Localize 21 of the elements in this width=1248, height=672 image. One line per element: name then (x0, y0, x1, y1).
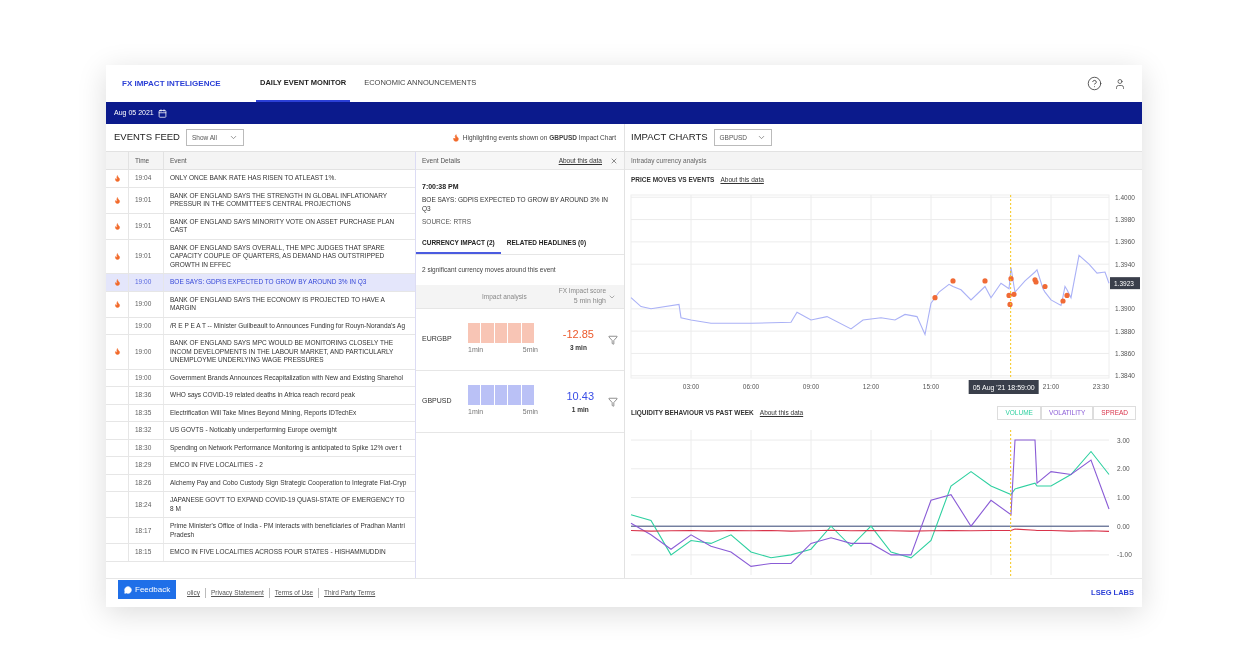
app-logo: FX IMPACT INTELIGENCE (122, 77, 222, 90)
close-icon[interactable] (610, 156, 618, 165)
feedback-button[interactable]: Feedback (118, 580, 177, 599)
filter-icon[interactable] (608, 396, 618, 407)
impact-score: -12.85 (562, 327, 594, 343)
chevron-icon (756, 133, 766, 142)
flame-icon (451, 133, 460, 142)
calendar-icon[interactable] (157, 108, 167, 118)
user-icon[interactable] (1114, 77, 1126, 90)
heat-bar (468, 323, 534, 344)
filter-icon[interactable] (608, 334, 618, 345)
chevron-icon (229, 133, 238, 142)
section-title: EVENTS FEED (114, 130, 180, 145)
event-markers[interactable] (932, 276, 1070, 307)
price-tag (1110, 277, 1140, 290)
time-tooltip (968, 380, 1039, 394)
heat-bar (468, 385, 534, 406)
chat-icon (124, 585, 132, 594)
section-title: IMPACT CHARTS (631, 130, 708, 145)
help-icon[interactable] (1087, 76, 1102, 91)
impact-score: 10.43 (566, 389, 594, 405)
